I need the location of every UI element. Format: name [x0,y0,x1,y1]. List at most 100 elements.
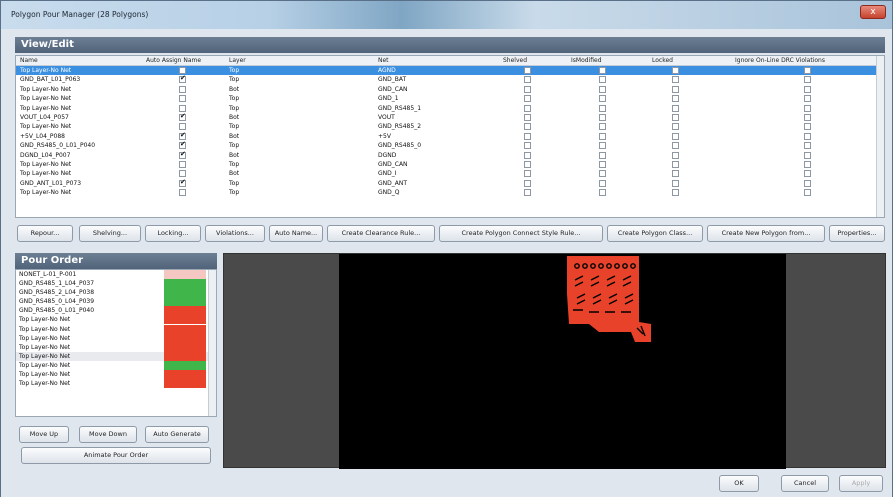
table-row[interactable]: GND_ANT_L01_P073 Top GND_ANT [16,178,884,188]
ignore-drc-checkbox[interactable] [804,189,811,197]
ignore-drc-checkbox[interactable] [804,151,811,159]
list-item[interactable]: Top Layer-No Net [16,333,216,343]
locked-checkbox[interactable] [672,132,679,140]
auto-assign-checkbox[interactable] [179,150,186,159]
shelved-checkbox[interactable] [524,132,531,140]
list-item[interactable]: Top Layer-No Net [16,370,216,380]
is-modified-checkbox[interactable] [599,170,606,178]
table-row[interactable]: Top Layer-No Net Top GND_CAN [16,160,884,169]
column-header-name[interactable]: Name [20,57,38,64]
ignore-drc-checkbox[interactable] [804,123,811,131]
ignore-drc-checkbox[interactable] [804,142,811,150]
locked-checkbox[interactable] [672,123,679,131]
table-row[interactable]: GND_RS485_0_L01_P040 Top GND_RS485_0 [16,140,884,150]
is-modified-checkbox[interactable] [599,67,606,74]
column-header-layer[interactable]: Layer [229,57,246,64]
auto-assign-checkbox[interactable] [179,104,186,112]
locked-checkbox[interactable] [672,85,679,93]
auto-assign-checkbox[interactable] [179,170,186,178]
ignore-drc-checkbox[interactable] [804,85,811,93]
shelved-checkbox[interactable] [524,179,531,187]
is-modified-checkbox[interactable] [599,95,606,103]
list-item[interactable]: GND_RS485_0_L01_P040 [16,306,216,316]
pcb-preview-area[interactable] [223,253,886,469]
is-modified-checkbox[interactable] [599,76,606,84]
table-row[interactable]: Top Layer-No Net Top GND_RS485_1 [16,104,884,113]
ignore-drc-checkbox[interactable] [804,132,811,140]
locked-checkbox[interactable] [672,142,679,150]
is-modified-checkbox[interactable] [599,85,606,93]
ignore-drc-checkbox[interactable] [804,179,811,187]
violations-button[interactable]: Violations... [205,225,265,242]
auto-assign-checkbox[interactable] [179,140,186,150]
list-item[interactable]: NONET_L-01_P-001 [16,270,216,279]
ignore-drc-checkbox[interactable] [804,76,811,84]
column-header-is-modified[interactable]: IsModified [571,57,602,64]
ignore-drc-checkbox[interactable] [804,95,811,103]
list-item[interactable]: Top Layer-No Net [16,360,216,370]
pcb-preview-canvas[interactable] [339,254,786,469]
create-polygon-class-button[interactable]: Create Polygon Class... [607,225,703,242]
ignore-drc-checkbox[interactable] [804,170,811,178]
ignore-drc-checkbox[interactable] [804,67,811,74]
auto-generate-button[interactable]: Auto Generate [145,426,209,443]
create-connect-style-rule-button[interactable]: Create Polygon Connect Style Rule... [439,225,603,242]
locked-checkbox[interactable] [672,95,679,103]
table-row[interactable]: Top Layer-No Net Top GND_1 [16,94,884,103]
auto-assign-checkbox[interactable] [179,178,186,187]
shelved-checkbox[interactable] [524,67,531,74]
properties-button[interactable]: Properties... [829,225,885,242]
list-item[interactable]: Top Layer-No Net [16,315,216,325]
shelved-checkbox[interactable] [524,85,531,93]
table-row[interactable]: Top Layer-No Net Top AGND [16,66,884,76]
locked-checkbox[interactable] [672,160,679,168]
table-row[interactable]: Top Layer-No Net Bot GND_CAN [16,85,884,94]
close-button[interactable]: x [860,5,886,19]
is-modified-checkbox[interactable] [599,151,606,159]
auto-assign-checkbox[interactable] [179,189,186,197]
table-row[interactable]: Top Layer-No Net Top GND_RS485_2 [16,122,884,131]
auto-assign-checkbox[interactable] [179,131,186,140]
is-modified-checkbox[interactable] [599,113,606,121]
create-new-polygon-button[interactable]: Create New Polygon from... [707,225,825,242]
shelved-checkbox[interactable] [524,189,531,197]
list-item[interactable]: Top Layer-No Net [16,379,216,389]
ignore-drc-checkbox[interactable] [804,104,811,112]
title-bar[interactable]: Polygon Pour Manager (28 Polygons) x [1,1,892,29]
animate-pour-order-button[interactable]: Animate Pour Order [21,447,211,464]
is-modified-checkbox[interactable] [599,104,606,112]
table-row[interactable]: VOUT_L04_P057 Bot VOUT [16,112,884,122]
table-row[interactable]: Top Layer-No Net Top GND_Q [16,188,884,197]
column-header-auto-assign[interactable]: Auto Assign Name [146,57,201,64]
shelved-checkbox[interactable] [524,142,531,150]
is-modified-checkbox[interactable] [599,123,606,131]
create-clearance-rule-button[interactable]: Create Clearance Rule... [327,225,435,242]
is-modified-checkbox[interactable] [599,132,606,140]
list-item[interactable]: Top Layer-No Net [16,342,216,352]
locked-checkbox[interactable] [672,189,679,197]
column-header-ignore-drc[interactable]: Ignore On-Line DRC Violations [735,57,825,64]
table-row[interactable]: +5V_L04_P088 Bot +5V [16,131,884,141]
locked-checkbox[interactable] [672,170,679,178]
list-item[interactable]: GND_RS485_0_L04_P039 [16,297,216,307]
pour-order-scrollbar[interactable] [208,270,216,416]
auto-assign-checkbox[interactable] [179,112,186,121]
column-header-locked[interactable]: Locked [652,57,673,64]
shelved-checkbox[interactable] [524,113,531,121]
list-item[interactable]: GND_RS485_1_L04_P037 [16,279,216,289]
apply-button[interactable]: Apply [839,475,883,492]
locked-checkbox[interactable] [672,151,679,159]
shelved-checkbox[interactable] [524,170,531,178]
shelved-checkbox[interactable] [524,76,531,84]
auto-assign-checkbox[interactable] [179,123,186,131]
is-modified-checkbox[interactable] [599,179,606,187]
list-item[interactable]: Top Layer-No Net [16,351,216,361]
column-header-net[interactable]: Net [378,57,389,64]
locking-button[interactable]: Locking... [145,225,201,242]
list-item[interactable]: Top Layer-No Net [16,324,216,334]
ok-button[interactable]: OK [719,475,759,492]
is-modified-checkbox[interactable] [599,160,606,168]
is-modified-checkbox[interactable] [599,189,606,197]
list-item[interactable]: GND_RS485_2_L04_P038 [16,288,216,298]
move-up-button[interactable]: Move Up [19,426,69,443]
